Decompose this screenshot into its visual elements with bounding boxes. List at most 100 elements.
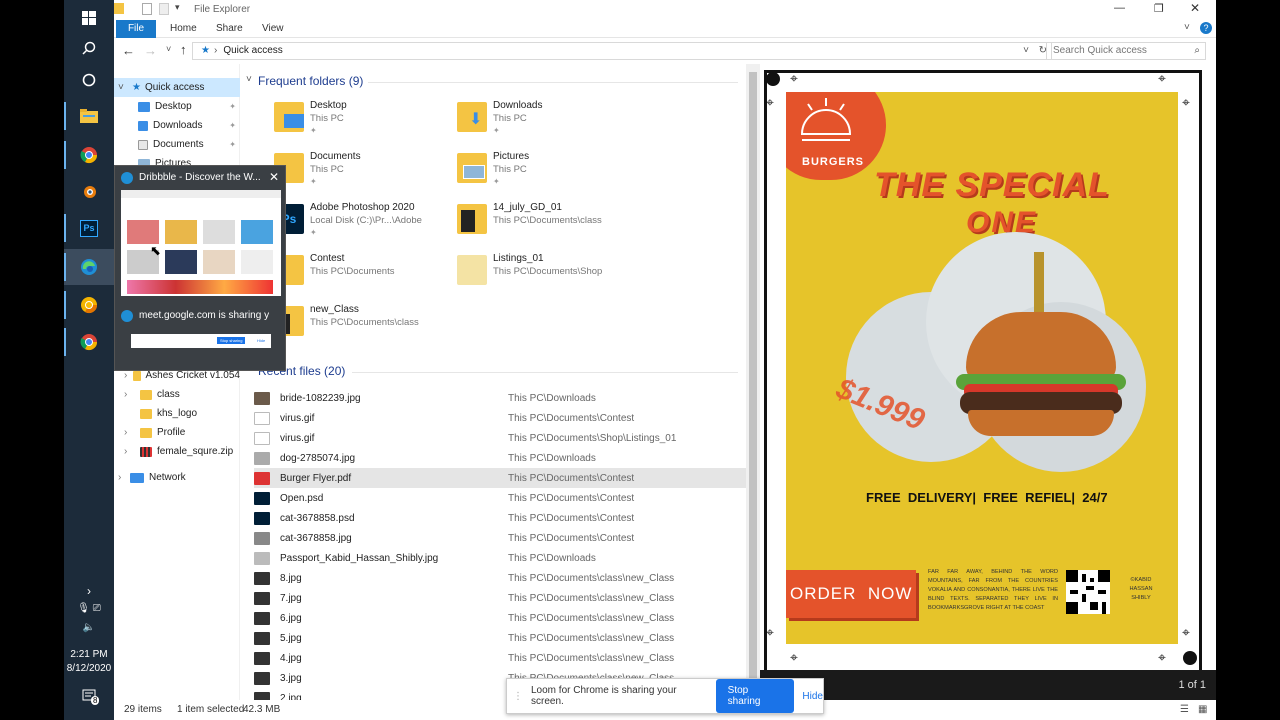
up-button[interactable]: ↑ bbox=[180, 42, 187, 57]
folder-tile[interactable]: Documents This PC ✦ bbox=[274, 151, 474, 197]
folder-tile[interactable]: new_Class This PC\Documents\class bbox=[274, 304, 474, 350]
preview-tab-title[interactable]: meet.google.com is sharing yo... bbox=[139, 310, 269, 321]
back-button[interactable]: ← bbox=[122, 43, 135, 58]
recent-file-row[interactable]: cat-3678858.psd This PC\Documents\Contest bbox=[254, 508, 746, 528]
quick-access-toolbar-icon[interactable] bbox=[114, 3, 124, 14]
recent-file-row[interactable]: 4.jpg This PC\Documents\class\new_Class bbox=[254, 648, 746, 668]
expand-icon[interactable]: › bbox=[124, 446, 140, 457]
recent-file-row[interactable]: Passport_Kabid_Hassan_Shibly.jpg This PC\… bbox=[254, 548, 746, 568]
scroll-thumb[interactable] bbox=[749, 72, 757, 702]
folder-tile[interactable]: Contest This PC\Documents bbox=[274, 253, 474, 299]
expand-icon[interactable]: › bbox=[118, 472, 130, 483]
recent-locations-icon[interactable]: ˅ bbox=[166, 44, 171, 54]
address-chevron-icon[interactable]: › bbox=[214, 43, 217, 59]
nav-item-female-squre[interactable]: › female_squre.zip bbox=[114, 442, 240, 461]
folder-tile[interactable]: ⬇ Downloads This PC ✦ bbox=[457, 100, 657, 146]
details-view-icon[interactable]: ☰ bbox=[1180, 704, 1189, 715]
recent-file-row[interactable]: virus.gif This PC\Documents\Shop\Listings… bbox=[254, 428, 746, 448]
window-title: File Explorer bbox=[194, 4, 251, 15]
recent-file-row[interactable]: bride-1082239.jpg This PC\Downloads bbox=[254, 388, 746, 408]
file-name: 8.jpg bbox=[280, 572, 302, 584]
nav-item-desktop[interactable]: Desktop ✦ bbox=[114, 97, 240, 116]
sharing-bar-thumbnail[interactable]: Stop sharing Hide bbox=[131, 334, 271, 348]
crosshair-icon: ⌖ bbox=[1158, 649, 1166, 665]
file-path: This PC\Downloads bbox=[508, 552, 596, 564]
search-icon[interactable] bbox=[64, 30, 114, 66]
minimize-button[interactable]: — bbox=[1114, 2, 1125, 14]
address-text: Quick access bbox=[223, 45, 283, 56]
selection-count: 1 item selected bbox=[177, 704, 245, 715]
nav-item-class[interactable]: › class bbox=[114, 385, 240, 404]
cortana-icon[interactable] bbox=[64, 62, 114, 98]
expand-icon[interactable]: › bbox=[124, 389, 140, 400]
dribbble-thumbnail[interactable] bbox=[121, 190, 281, 296]
tab-file[interactable]: File bbox=[116, 20, 156, 38]
chrome-icon[interactable] bbox=[64, 324, 114, 360]
microphone-icon[interactable]: 🎙 ⎚ bbox=[64, 603, 114, 614]
large-icons-view-icon[interactable]: ▦ bbox=[1198, 704, 1207, 715]
frequent-folders-heading[interactable]: ˅ Frequent folders (9) bbox=[246, 74, 363, 88]
recent-file-row[interactable]: 7.jpg This PC\Documents\class\new_Class bbox=[254, 588, 746, 608]
expand-icon[interactable]: ˅ bbox=[118, 82, 128, 93]
forward-button[interactable]: → bbox=[144, 43, 157, 58]
nav-item-profile[interactable]: › Profile bbox=[114, 423, 240, 442]
expand-ribbon-icon[interactable]: ˅ bbox=[1184, 22, 1190, 33]
recent-file-row[interactable]: Burger Flyer.pdf This PC\Documents\Contes… bbox=[254, 468, 746, 488]
new-folder-icon[interactable] bbox=[159, 3, 169, 15]
help-icon[interactable]: ? bbox=[1200, 22, 1212, 34]
close-button[interactable]: ✕ bbox=[1190, 1, 1200, 15]
nav-item-downloads[interactable]: Downloads ✦ bbox=[114, 116, 240, 135]
recent-file-row[interactable]: 5.jpg This PC\Documents\class\new_Class bbox=[254, 628, 746, 648]
blender-icon[interactable] bbox=[64, 173, 114, 209]
nav-item-khs-logo[interactable]: khs_logo bbox=[114, 404, 240, 423]
nav-item-documents[interactable]: Documents ✦ bbox=[114, 135, 240, 154]
recent-file-row[interactable]: 8.jpg This PC\Documents\class\new_Class bbox=[254, 568, 746, 588]
tab-view[interactable]: View bbox=[262, 20, 284, 38]
address-bar[interactable]: ★ › Quick access ˅ ↻ bbox=[192, 42, 1052, 60]
recent-file-row[interactable]: Open.psd This PC\Documents\Contest bbox=[254, 488, 746, 508]
tab-share[interactable]: Share bbox=[216, 20, 243, 38]
stop-sharing-button[interactable]: Stop sharing bbox=[715, 679, 795, 713]
folder-tile[interactable]: 14_july_GD_01 This PC\Documents\class bbox=[457, 202, 657, 248]
folder-tile[interactable]: Desktop This PC ✦ bbox=[274, 100, 474, 146]
nav-label: Documents bbox=[153, 139, 204, 150]
tile-path: This PC\Documents\Shop bbox=[493, 266, 603, 277]
preview-tab-title[interactable]: Dribbble - Discover the W... bbox=[139, 172, 269, 183]
properties-icon[interactable] bbox=[142, 3, 152, 15]
folder-tile[interactable]: Pictures This PC ✦ bbox=[457, 151, 657, 197]
hide-button[interactable]: Hide bbox=[802, 691, 823, 702]
restore-button[interactable]: ❐ bbox=[1154, 2, 1164, 15]
chrome-icon[interactable] bbox=[64, 137, 114, 173]
customize-toolbar-icon[interactable]: ▾ bbox=[175, 2, 180, 13]
documents-icon bbox=[138, 139, 148, 150]
folder-icon bbox=[133, 370, 141, 381]
photoshop-icon[interactable]: Ps bbox=[64, 210, 114, 246]
recent-file-row[interactable]: cat-3678858.jpg This PC\Documents\Contest bbox=[254, 528, 746, 548]
folder-tile[interactable]: Ps Adobe Photoshop 2020 Local Disk (C:)\… bbox=[274, 202, 474, 248]
chrome-canary-icon[interactable] bbox=[64, 287, 114, 323]
tab-home[interactable]: Home bbox=[170, 20, 197, 38]
drag-handle-icon[interactable]: ⋮ bbox=[513, 691, 523, 702]
expand-icon[interactable]: › bbox=[124, 427, 140, 438]
file-explorer-icon[interactable] bbox=[64, 98, 114, 134]
notification-icon[interactable]: 8 bbox=[64, 689, 114, 706]
recent-file-row[interactable]: 6.jpg This PC\Documents\class\new_Class bbox=[254, 608, 746, 628]
edge-icon[interactable] bbox=[64, 249, 114, 285]
clock-time[interactable]: 2:21 PM bbox=[64, 649, 114, 660]
recent-file-row[interactable]: dog-2785074.jpg This PC\Downloads bbox=[254, 448, 746, 468]
expand-icon[interactable]: › bbox=[124, 370, 133, 381]
address-dropdown-icon[interactable]: ˅ bbox=[1023, 43, 1029, 59]
nav-label: Network bbox=[149, 472, 186, 483]
search-input[interactable]: Search Quick access ⌕ bbox=[1046, 42, 1206, 60]
close-preview-icon[interactable]: ✕ bbox=[269, 170, 279, 184]
chevron-up-icon[interactable]: › bbox=[64, 584, 114, 598]
recent-file-row[interactable]: virus.gif This PC\Documents\Contest bbox=[254, 408, 746, 428]
volume-icon[interactable]: 🔈 bbox=[64, 622, 114, 633]
nav-item-network[interactable]: › Network bbox=[114, 468, 240, 487]
nav-quick-access[interactable]: ˅ ★ Quick access bbox=[114, 78, 240, 97]
vertical-scrollbar[interactable] bbox=[746, 64, 760, 702]
folder-tile[interactable]: Listings_01 This PC\Documents\Shop bbox=[457, 253, 657, 299]
clock-date[interactable]: 8/12/2020 bbox=[64, 663, 114, 674]
collapse-icon[interactable]: ˅ bbox=[246, 74, 252, 85]
file-name: 3.jpg bbox=[280, 672, 302, 684]
